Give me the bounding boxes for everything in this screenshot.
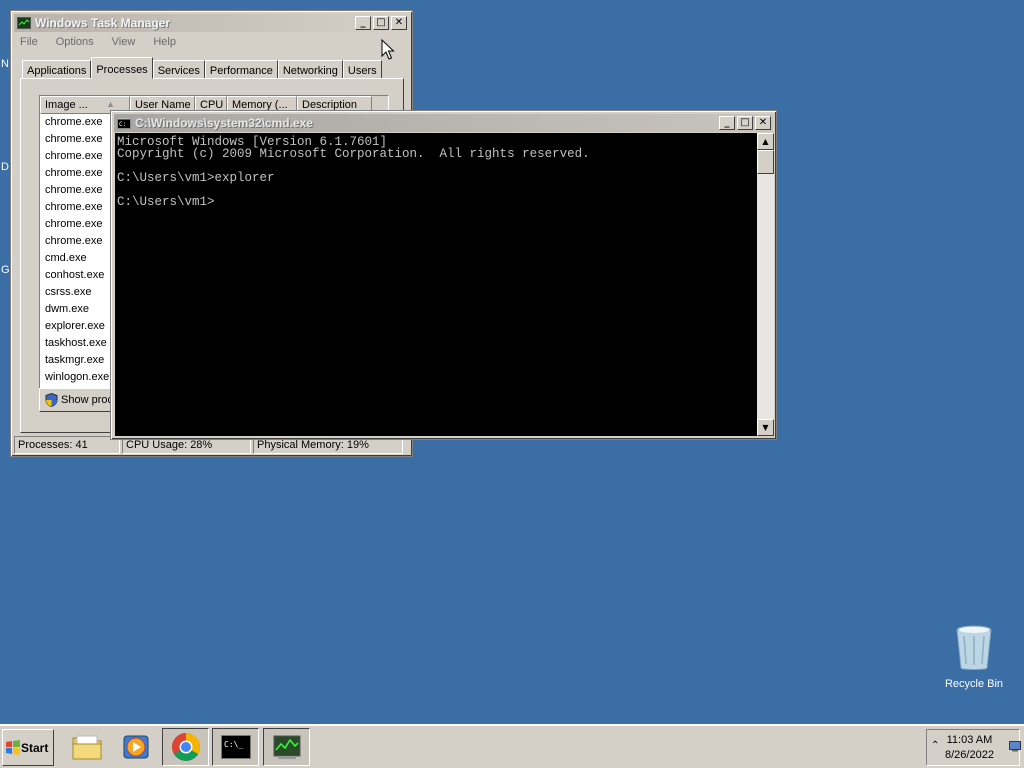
desktop-icon-fragment[interactable]: D (1, 161, 9, 173)
task-manager-app-icon (17, 17, 31, 29)
task-manager-menubar: File Options View Help (19, 36, 185, 48)
cmd-icon: C:\_ (220, 735, 251, 759)
scroll-up-arrow-icon[interactable]: ▲ (757, 133, 774, 150)
cmd-app-icon: C: (117, 117, 131, 129)
task-manager-icon (273, 735, 300, 759)
menu-file[interactable]: File (19, 36, 47, 48)
console-output[interactable]: Microsoft Windows [Version 6.1.7601] Copy… (115, 133, 757, 436)
cmd-titlebar[interactable]: C: C:\Windows\system32\cmd.exe _ □ ✕ (114, 114, 773, 132)
maximize-button[interactable]: □ (737, 116, 753, 130)
scroll-thumb[interactable] (757, 150, 774, 174)
desktop-icon-fragment[interactable]: N (1, 58, 9, 70)
tab-services[interactable]: Services (152, 60, 205, 79)
taskbar: Start C:\_ ⌃ 11:03 AM 8/26/2022 (0, 724, 1024, 768)
console-line: C:\Users\vm1>explorer (117, 171, 275, 185)
console-line: Copyright (c) 2009 Microsoft Corporation… (117, 147, 590, 161)
svg-text:C:: C: (119, 121, 126, 128)
show-desktop-icon[interactable] (1009, 740, 1021, 755)
task-manager-title: Windows Task Manager (35, 16, 171, 30)
recycle-bin-label: Recycle Bin (944, 678, 1004, 690)
tab-applications[interactable]: Applications (22, 60, 92, 79)
close-button[interactable]: ✕ (391, 16, 407, 30)
taskbar-chrome[interactable] (162, 728, 209, 766)
recycle-bin-icon (956, 625, 992, 670)
taskbar-cmd[interactable]: C:\_ (212, 728, 259, 766)
tab-processes[interactable]: Processes (91, 57, 153, 79)
menu-view[interactable]: View (103, 36, 145, 48)
console-line: C:\Users\vm1> (117, 195, 215, 209)
taskbar-explorer[interactable] (63, 728, 110, 766)
sort-ascending-icon: ▲ (106, 99, 115, 109)
cmd-title: C:\Windows\system32\cmd.exe (135, 116, 313, 130)
tab-networking[interactable]: Networking (277, 60, 343, 79)
mouse-cursor-icon (381, 39, 395, 60)
explorer-folder-icon (72, 735, 101, 760)
svg-text:C:\_: C:\_ (224, 740, 243, 749)
status-processes: Processes: 41 (14, 436, 120, 454)
chrome-icon (171, 733, 200, 761)
console-scrollbar[interactable]: ▲ ▼ (757, 133, 774, 436)
taskbar-task-manager[interactable] (263, 728, 310, 766)
taskbar-media-player[interactable] (112, 728, 159, 766)
clock-date: 8/26/2022 (945, 748, 994, 761)
uac-shield-icon (45, 392, 58, 408)
show-hidden-icons-chevron-icon[interactable]: ⌃ (931, 740, 939, 751)
show-processes-all-users-button[interactable]: Show processes from all users (39, 388, 119, 412)
maximize-button[interactable]: □ (373, 16, 389, 30)
recycle-bin[interactable]: Recycle Bin (940, 624, 1008, 690)
cmd-window[interactable]: C: C:\Windows\system32\cmd.exe _ □ ✕ Mic… (110, 110, 777, 440)
menu-options[interactable]: Options (47, 36, 103, 48)
task-manager-tabs: Applications Processes Services Performa… (22, 57, 382, 79)
start-label: Start (21, 740, 49, 755)
tab-performance[interactable]: Performance (204, 60, 278, 79)
media-player-icon (123, 735, 148, 759)
clock[interactable]: 11:03 AM 8/26/2022 (945, 733, 994, 763)
close-button[interactable]: ✕ (755, 116, 771, 130)
windows-logo-icon (6, 739, 20, 755)
clock-time: 11:03 AM (946, 733, 993, 746)
task-manager-titlebar[interactable]: Windows Task Manager _ □ ✕ (14, 14, 409, 32)
system-tray: ⌃ 11:03 AM 8/26/2022 (926, 729, 1021, 766)
minimize-button[interactable]: _ (355, 16, 371, 30)
minimize-button[interactable]: _ (719, 116, 735, 130)
start-button[interactable]: Start (2, 729, 54, 766)
menu-help[interactable]: Help (144, 36, 185, 48)
scroll-down-arrow-icon[interactable]: ▼ (757, 419, 774, 436)
tab-users[interactable]: Users (342, 60, 382, 79)
desktop-icon-fragment[interactable]: G (1, 264, 10, 276)
